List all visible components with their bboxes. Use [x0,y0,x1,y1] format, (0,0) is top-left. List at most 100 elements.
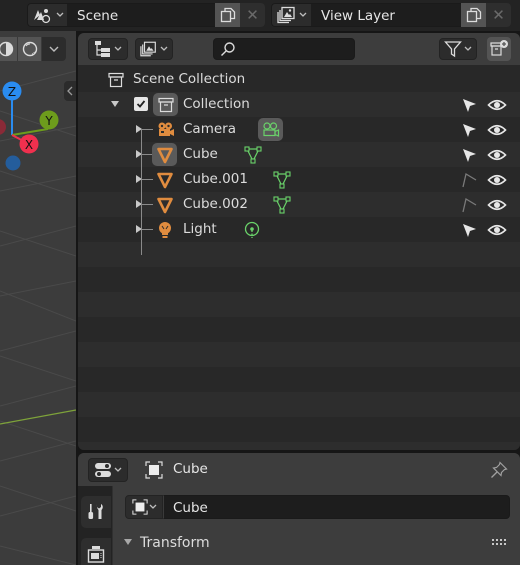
shading-material-button[interactable] [0,37,18,61]
top-bar: Scene ✕ View Layer ✕ [0,0,520,31]
view-layer-name-field[interactable]: View Layer [311,3,461,27]
context-label: Cube [173,461,208,477]
eye-icon[interactable] [487,221,507,239]
empty-row [78,242,520,267]
camera-data-icon[interactable] [258,118,283,141]
gizmo-z-label: Z [8,85,16,99]
properties-header: Cube [78,453,520,486]
outliner-display-mode-icon [95,41,110,57]
eye-icon[interactable] [487,171,507,189]
unselectable-arrow-icon[interactable] [460,171,478,189]
empty-row [78,342,520,367]
mesh-object-icon [155,192,175,217]
display-mode-dropdown[interactable] [88,38,128,60]
mesh-object-icon [155,167,175,192]
chevron-down-icon [160,46,168,51]
object-name-input[interactable]: Cube [163,495,510,519]
selectable-arrow-icon[interactable] [460,121,478,139]
chevron-down-icon [114,46,122,51]
chevron-down-icon [56,12,63,17]
viewport-shading-group [0,37,66,61]
scene-browse-button[interactable] [27,3,67,27]
tree-row-light[interactable]: Light [78,217,520,242]
checkmark-icon [136,100,146,108]
material-preview-icon [0,41,13,57]
item-label: Cube.001 [183,171,248,187]
editor-type-dropdown[interactable] [88,458,128,482]
object-browse-button[interactable] [125,495,163,519]
eye-icon[interactable] [487,196,507,214]
outliner-tree: Scene Collection Collection Camera Cube … [78,67,520,450]
pin-icon[interactable] [490,461,508,479]
chevron-down-icon [114,467,122,472]
close-icon: ✕ [492,6,505,24]
view-layer-close-button[interactable]: ✕ [486,3,511,27]
tree-row-cube-002[interactable]: Cube.002 [78,192,520,217]
object-properties-panel: Cube Transform [113,486,520,565]
view-layer-icon [276,6,295,24]
eye-icon[interactable] [487,96,507,114]
tree-line [141,229,153,230]
transform-panel-header[interactable]: Transform [113,530,520,556]
shading-rendered-button[interactable] [18,37,42,61]
empty-row [78,392,520,417]
collapse-triangle-icon [124,539,132,545]
selectable-arrow-icon[interactable] [460,146,478,164]
gizmo-neg-z[interactable] [5,155,21,171]
chevron-down-icon [464,46,472,51]
drag-handle-icon[interactable] [492,539,508,547]
tree-row-cube-001[interactable]: Cube.001 [78,167,520,192]
gizmo-neg-x[interactable] [0,119,6,135]
tree-row-scene-collection[interactable]: Scene Collection [78,67,520,92]
3d-viewport[interactable]: Z Y X [0,31,76,565]
camera-object-icon [153,117,178,142]
selectable-arrow-icon[interactable] [460,96,478,114]
tree-row-cube[interactable]: Cube [78,142,520,167]
expand-toggle[interactable] [111,101,119,107]
tree-row-collection[interactable]: Collection [78,92,520,117]
scene-name-field[interactable]: Scene [67,3,215,27]
tab-tool[interactable] [81,496,111,528]
view-layer-browse-button[interactable] [271,3,311,27]
object-icon [145,461,163,479]
eye-icon[interactable] [487,146,507,164]
chevron-down-icon [149,504,156,509]
view-layer-duplicate-button[interactable] [461,3,486,27]
outliner-search-box[interactable] [213,38,355,60]
duplicate-icon [220,7,235,23]
new-collection-button[interactable] [487,37,511,61]
collection-icon [153,93,178,116]
tree-row-camera[interactable]: Camera [78,117,520,142]
gizmo-y-label: Y [44,114,53,128]
mesh-data-icon[interactable] [243,142,263,167]
shading-options-dropdown[interactable] [42,37,66,61]
mesh-data-icon[interactable] [272,167,292,192]
selectable-arrow-icon[interactable] [460,221,478,239]
scene-collection-label: Scene Collection [133,71,246,87]
duplicate-icon [466,7,481,23]
gizmo-x-label: X [25,138,33,152]
view-layer-filter-dropdown[interactable] [135,38,173,60]
tree-line [141,129,153,130]
item-label: Light [183,221,217,237]
new-collection-icon [490,40,508,56]
filter-dropdown[interactable] [439,38,477,60]
outliner-header [78,33,520,65]
light-data-icon[interactable] [242,217,262,242]
unselectable-arrow-icon[interactable] [460,196,478,214]
outliner-search-input[interactable] [240,42,350,56]
tab-render[interactable] [81,538,111,565]
sidebar-toggle-button[interactable] [64,81,76,101]
tree-line [141,179,153,180]
close-icon: ✕ [246,6,259,24]
mesh-data-icon[interactable] [272,192,292,217]
eye-icon[interactable] [487,121,507,139]
rendered-shading-icon [22,41,37,57]
chevron-down-icon [299,12,306,17]
scene-close-button[interactable]: ✕ [240,3,265,27]
item-label: Camera [183,121,236,137]
view-layer-icon [140,41,156,57]
properties-editor-icon [95,463,111,477]
scene-duplicate-button[interactable] [215,3,240,27]
collection-exclude-checkbox[interactable] [134,97,148,111]
